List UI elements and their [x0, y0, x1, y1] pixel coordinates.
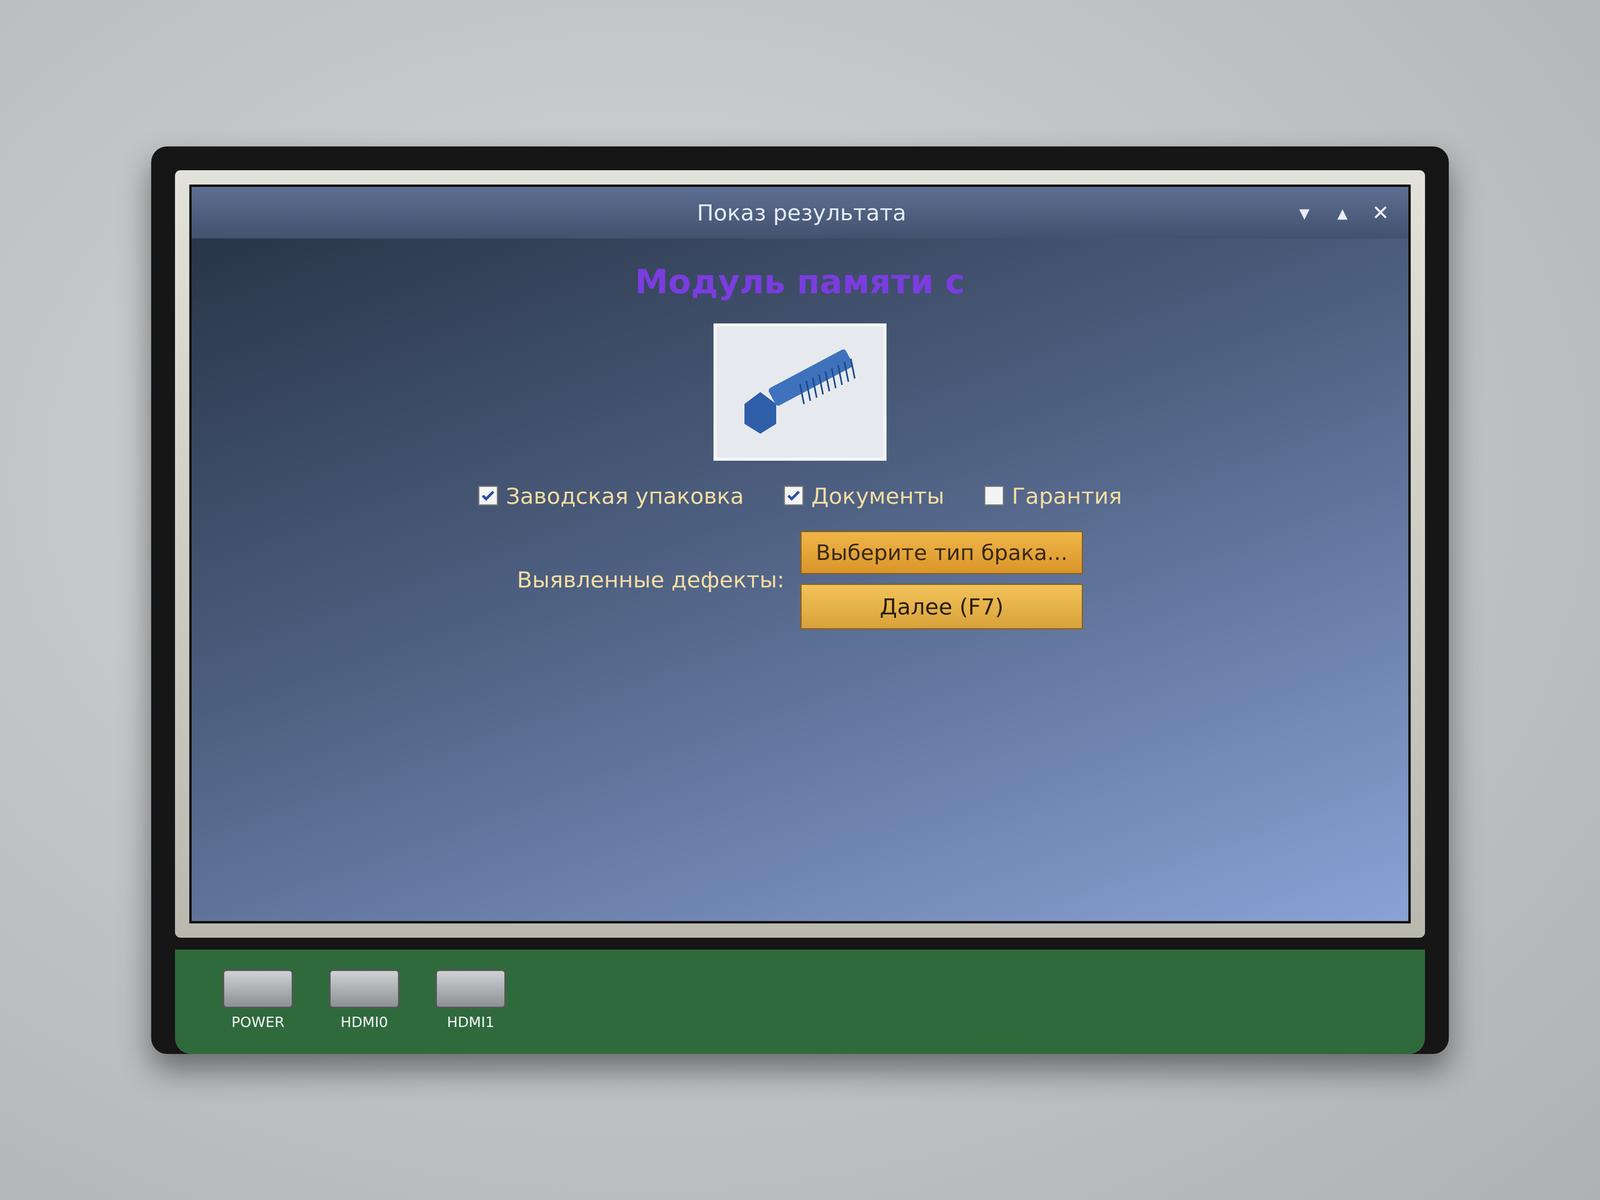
bolt-icon [732, 344, 868, 440]
content: Модуль памяти с Заводская упаковка Докумен… [191, 238, 1409, 677]
port-connector [435, 969, 506, 1009]
option-checkbox[interactable]: Гарантия [984, 482, 1123, 509]
option-checkbox[interactable]: Документы [783, 482, 945, 509]
title-bar: Показ результата▾ ▴ ✕ [191, 186, 1409, 239]
next-button[interactable]: Далее (F7) [800, 583, 1083, 630]
window-control[interactable]: ▴ [1330, 200, 1355, 225]
option-label: Документы [811, 482, 945, 509]
checkbox[interactable] [478, 485, 499, 506]
window-control[interactable]: ▾ [1292, 200, 1317, 225]
page: Показ результата▾ ▴ ✕ Модуль памяти с Заводс… [0, 0, 1600, 1200]
defects-label: Выявленные дефекты: [517, 530, 785, 593]
checkbox[interactable] [783, 485, 804, 506]
heading: Модуль памяти с [634, 262, 966, 302]
port-connector [222, 969, 294, 1009]
defects-row: Выявленные дефекты:Выберите тип брака...… [517, 530, 1084, 630]
screen: Показ результата▾ ▴ ✕ Модуль памяти с Заводс… [189, 184, 1411, 924]
product-image [713, 323, 887, 461]
defect-type-dropdown[interactable]: Выберите тип брака... [800, 530, 1083, 575]
port-label: HDMI0 [340, 1013, 388, 1031]
option-checkbox[interactable]: Заводская упаковка [478, 482, 745, 509]
options-row: Заводская упаковка Документы Гарантия [478, 482, 1123, 509]
window-control[interactable]: ✕ [1368, 200, 1393, 225]
check-icon [785, 487, 802, 504]
board: POWER HDMI0 HDMI1 [175, 949, 1425, 1054]
port-connector [328, 969, 400, 1009]
option-label: Гарантия [1011, 482, 1123, 509]
port: HDMI1 [435, 969, 506, 1031]
field-column: Выберите тип брака... Далее (F7) [800, 530, 1083, 630]
port: POWER [222, 969, 294, 1031]
port-label: POWER [231, 1013, 285, 1031]
port: HDMI0 [328, 969, 400, 1031]
window-title: Показ результата [207, 199, 1293, 226]
option-label: Заводская упаковка [505, 482, 745, 509]
screen-bezel: Показ результата▾ ▴ ✕ Модуль памяти с Заводс… [175, 170, 1425, 938]
checkbox[interactable] [984, 485, 1004, 506]
port-label: HDMI1 [446, 1013, 495, 1031]
window-controls: ▾ ▴ ✕ [1292, 200, 1393, 225]
check-icon [480, 487, 497, 504]
device: Показ результата▾ ▴ ✕ Модуль памяти с Заводс… [151, 146, 1449, 1054]
